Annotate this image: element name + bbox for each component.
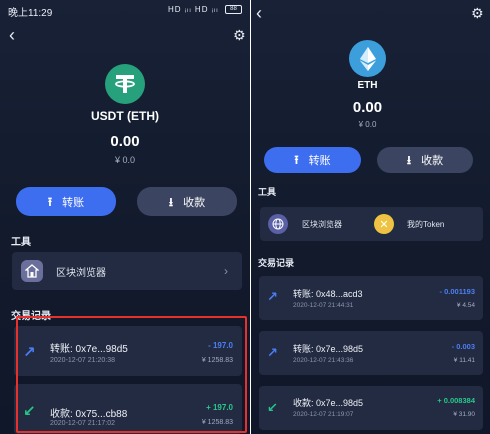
block-explorer-label[interactable]: 区块浏览器 — [302, 219, 342, 230]
highlight-box — [16, 316, 247, 433]
back-button[interactable]: ‹ — [256, 4, 262, 22]
upload-icon: ⭱ — [294, 153, 299, 167]
tools-heading: 工具 — [11, 237, 31, 248]
fiat-balance: ¥ 0.0 — [114, 155, 136, 165]
send-label: 转账 — [308, 155, 331, 167]
settings-gear-icon[interactable]: ⚙ — [233, 28, 246, 42]
receive-label: 收款 — [183, 196, 206, 209]
balance: 0.00 — [110, 133, 140, 150]
download-icon: ⭳ — [406, 153, 412, 167]
outgoing-arrow-icon: ↗ — [267, 289, 278, 304]
browser-icon — [21, 260, 43, 282]
tx-title: 收款: 0x7e...98d5 — [293, 398, 364, 408]
balance: 0.00 — [352, 99, 383, 116]
tx-time: 2020-12-07 21:43:36 — [293, 357, 354, 364]
settings-gear-icon[interactable]: ⚙ — [471, 6, 484, 20]
signal-icons: HD ᵢₗₗ HD ᵢₗₗ — [168, 5, 219, 14]
status-time: 晚上11:29 — [8, 8, 53, 19]
usdt-wallet-screen: 晚上11:29 HD ᵢₗₗ HD ᵢₗₗ 88 ‹ ⚙ USDT (ETH) … — [0, 0, 250, 434]
tx-title: 转账: 0x7e...98d5 — [293, 344, 364, 354]
eth-wallet-screen: ‹ ⚙ ETH 0.00 ¥ 0.0 ⭱ 转账 ⭳ 收款 工具 区块浏览器 ✕ … — [251, 0, 490, 434]
tx-time: 2020-12-07 21:19:07 — [293, 411, 354, 418]
tx-time: 2020-12-07 21:44:31 — [293, 302, 354, 309]
globe-icon[interactable] — [268, 214, 288, 234]
eth-coin-icon — [349, 40, 386, 77]
transaction-row[interactable]: ↗ 转账: 0x48...acd3 2020-12-07 21:44:31 - … — [259, 276, 483, 320]
coin-name: USDT (ETH) — [91, 109, 159, 123]
send-label: 转账 — [62, 196, 85, 209]
download-icon: ⭳ — [168, 194, 174, 209]
upload-icon: ⭱ — [47, 194, 53, 209]
tx-fiat: ¥ 31.90 — [453, 411, 475, 418]
tx-amount: + 0.008384 — [437, 396, 475, 405]
receive-label: 收款 — [421, 155, 444, 167]
receive-button[interactable]: ⭳ 收款 — [377, 147, 473, 173]
back-button[interactable]: ‹ — [9, 26, 15, 44]
my-token-label[interactable]: 我的Token — [407, 219, 444, 230]
tx-amount: - 0.001193 — [439, 287, 475, 296]
tools-row: 区块浏览器 ✕ 我的Token — [260, 207, 483, 241]
tools-heading: 工具 — [258, 187, 277, 197]
receive-button[interactable]: ⭳ 收款 — [137, 187, 237, 216]
send-button[interactable]: ⭱ 转账 — [264, 147, 361, 173]
block-explorer-item[interactable]: 区块浏览器 › — [12, 252, 242, 290]
incoming-arrow-icon: ↙ — [267, 400, 278, 415]
transaction-row[interactable]: ↗ 转账: 0x7e...98d5 2020-12-07 21:43:36 - … — [259, 331, 483, 375]
tx-fiat: ¥ 11.41 — [453, 357, 475, 364]
tx-amount: - 0.003 — [451, 342, 475, 351]
battery-icon: 88 — [225, 5, 242, 14]
token-icon[interactable]: ✕ — [374, 214, 394, 234]
chevron-right-icon: › — [224, 264, 228, 278]
transaction-row[interactable]: ↙ 收款: 0x7e...98d5 2020-12-07 21:19:07 + … — [259, 386, 483, 430]
usdt-coin-icon — [105, 64, 145, 104]
transactions-heading: 交易记录 — [258, 258, 295, 268]
send-button[interactable]: ⭱ 转账 — [16, 187, 116, 216]
tx-title: 转账: 0x48...acd3 — [293, 289, 363, 299]
fiat-balance: ¥ 0.0 — [358, 120, 377, 129]
coin-name: ETH — [357, 80, 378, 91]
tx-fiat: ¥ 4.54 — [456, 302, 475, 309]
block-explorer-label: 区块浏览器 — [56, 267, 106, 279]
outgoing-arrow-icon: ↗ — [267, 345, 278, 360]
